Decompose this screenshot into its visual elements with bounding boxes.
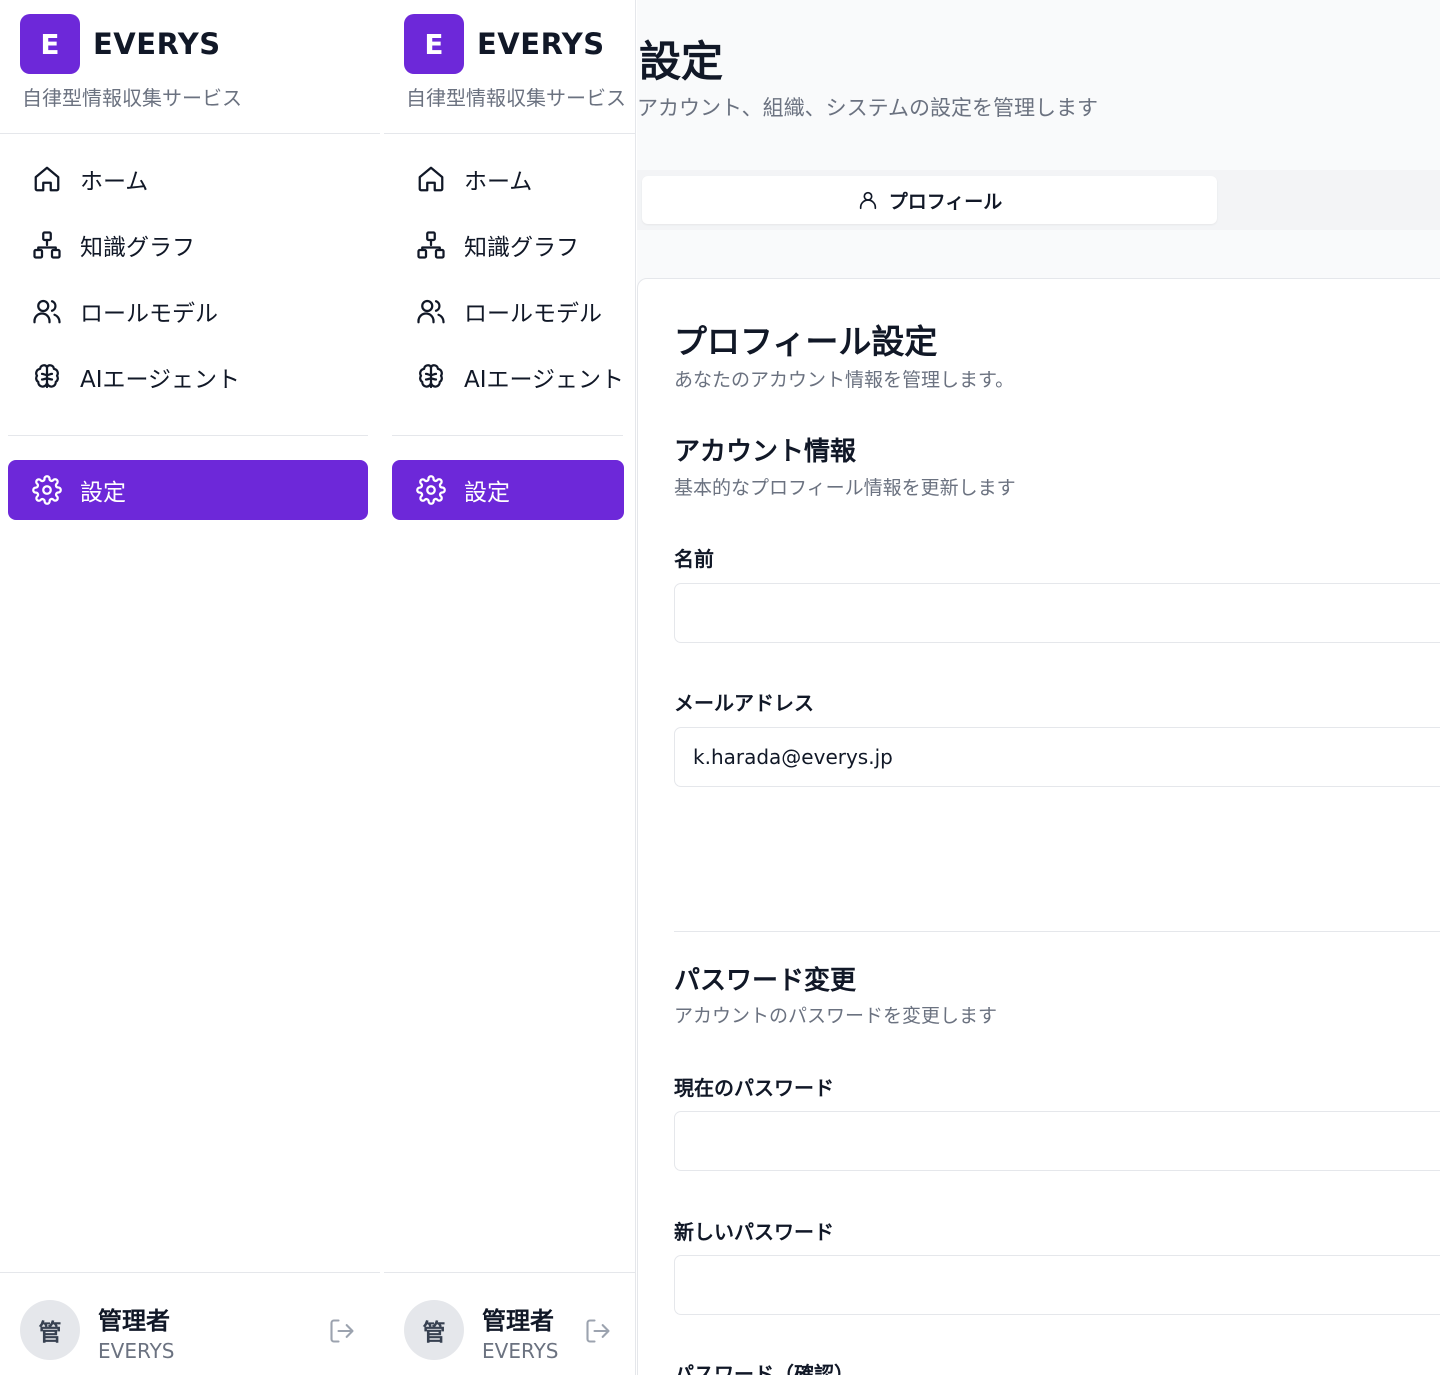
- sidebar-item-label: ホーム: [80, 169, 149, 195]
- sidebar-nav: ホーム 知識グラフ ロールモデル AIエージェント: [384, 134, 635, 410]
- user-panel: 管 管理者 EVERYS: [384, 1272, 635, 1375]
- sidebar-item-settings[interactable]: 設定: [8, 460, 368, 520]
- users-icon: [33, 299, 61, 324]
- user-org: EVERYS: [482, 1339, 559, 1363]
- sidebar-item-label: 設定: [464, 480, 510, 506]
- tab-label: プロフィール: [888, 190, 1003, 213]
- section-divider: [674, 931, 1440, 932]
- current-password-label: 現在のパスワード: [674, 1076, 834, 1100]
- section-title-account: アカウント情報: [674, 437, 857, 467]
- card-title: プロフィール設定: [674, 322, 938, 361]
- user-org: EVERYS: [98, 1339, 175, 1363]
- home-icon: [34, 166, 60, 192]
- sidebar-item-label: AIエージェント: [80, 367, 241, 393]
- sidebar-item-label: AIエージェント: [464, 367, 625, 393]
- user-panel: 管 管理者 EVERYS: [0, 1272, 380, 1375]
- name-field[interactable]: [674, 583, 1440, 643]
- section-subtitle-account: 基本的なプロフィール情報を更新します: [674, 477, 1016, 499]
- profile-card: プロフィール設定 あなたのアカウント情報を管理します。 アカウント情報 基本的な…: [637, 278, 1440, 1375]
- sidebar-item-role-model[interactable]: ロールモデル: [384, 278, 635, 344]
- confirm-password-label: パスワード（確認）: [674, 1362, 854, 1375]
- gear-icon: [416, 475, 446, 505]
- section-subtitle-password: アカウントのパスワードを変更します: [674, 1005, 998, 1027]
- settings-tabs: プロフィール: [637, 170, 1440, 230]
- sidebar-item-ai-agent[interactable]: AIエージェント: [384, 344, 635, 410]
- brand-subtitle: 自律型情報収集サービス: [22, 86, 242, 110]
- brand-name: EVERYS: [93, 27, 221, 61]
- user-name: 管理者: [482, 1307, 554, 1335]
- current-password-field[interactable]: [674, 1111, 1440, 1171]
- sidebar-item-label: 設定: [80, 480, 126, 506]
- brand-subtitle: 自律型情報収集サービス: [406, 86, 626, 110]
- email-label: メールアドレス: [674, 691, 814, 715]
- page-title: 設定: [639, 37, 724, 86]
- nav-divider: [392, 435, 623, 436]
- sidebar-item-label: ホーム: [464, 169, 533, 195]
- sidebar-item-settings[interactable]: 設定: [392, 460, 624, 520]
- card-subtitle: あなたのアカウント情報を管理します。: [674, 369, 1015, 391]
- users-icon: [417, 299, 445, 324]
- avatar[interactable]: 管: [404, 1300, 464, 1360]
- sidebar: E EVERYS 自律型情報収集サービス ホーム 知識グラフ ロールモデル AI…: [0, 0, 380, 1375]
- sidebar-item-knowledge-graph[interactable]: 知識グラフ: [384, 212, 635, 278]
- brand-logo[interactable]: E: [404, 14, 464, 74]
- brand-header: E EVERYS 自律型情報収集サービス: [0, 0, 380, 134]
- home-icon: [418, 166, 444, 192]
- network-icon: [417, 231, 445, 259]
- sidebar-item-ai-agent[interactable]: AIエージェント: [0, 344, 380, 410]
- main-content: 設定 アカウント、組織、システムの設定を管理します プロフィール プロフィール設…: [637, 0, 1440, 1375]
- sidebar-item-label: 知識グラフ: [80, 235, 195, 261]
- user-icon: [859, 191, 876, 210]
- sidebar-item-label: ロールモデル: [80, 301, 218, 327]
- name-label: 名前: [674, 547, 714, 571]
- brand-name: EVERYS: [477, 27, 605, 61]
- user-name: 管理者: [98, 1307, 170, 1335]
- logout-icon[interactable]: [584, 1317, 612, 1345]
- sidebar-item-role-model[interactable]: ロールモデル: [0, 278, 380, 344]
- logout-icon[interactable]: [328, 1317, 356, 1345]
- sidebar-item-home[interactable]: ホーム: [384, 146, 635, 212]
- email-field[interactable]: [674, 727, 1440, 787]
- sidebar-item-home[interactable]: ホーム: [0, 146, 380, 212]
- new-password-label: 新しいパスワード: [674, 1220, 834, 1244]
- sidebar-item-label: ロールモデル: [464, 301, 602, 327]
- nav-divider: [8, 435, 368, 436]
- gear-icon: [32, 475, 62, 505]
- tab-profile[interactable]: プロフィール: [642, 176, 1217, 224]
- network-icon: [33, 231, 61, 259]
- page-subtitle: アカウント、組織、システムの設定を管理します: [637, 96, 1098, 120]
- sidebar-nav: ホーム 知識グラフ ロールモデル AIエージェント: [0, 134, 380, 410]
- brand-logo[interactable]: E: [20, 14, 80, 74]
- new-password-field[interactable]: [674, 1255, 1440, 1315]
- brain-icon: [35, 364, 59, 389]
- sidebar-item-knowledge-graph[interactable]: 知識グラフ: [0, 212, 380, 278]
- avatar[interactable]: 管: [20, 1300, 80, 1360]
- section-title-password: パスワード変更: [674, 966, 857, 996]
- brain-icon: [419, 364, 443, 389]
- sidebar-item-label: 知識グラフ: [464, 235, 579, 261]
- brand-header: E EVERYS 自律型情報収集サービス: [384, 0, 635, 134]
- sidebar-secondary: E EVERYS 自律型情報収集サービス ホーム 知識グラフ ロールモデル AI…: [384, 0, 636, 1375]
